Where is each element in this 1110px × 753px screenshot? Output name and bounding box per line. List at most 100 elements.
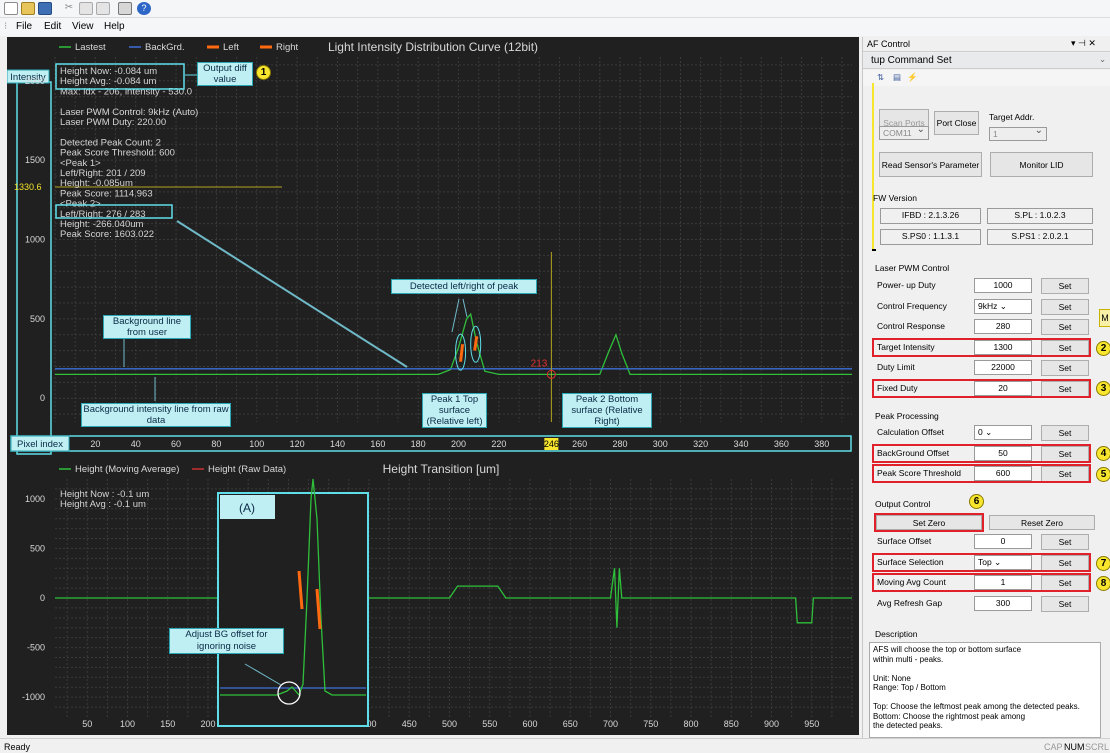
port-close-label: Port Close: [936, 118, 977, 128]
read-sensor-param-button[interactable]: Read Sensor's Parameter: [879, 152, 982, 177]
com-port-select[interactable]: COM11: [879, 124, 929, 140]
x-tick-label: 950: [804, 719, 819, 729]
set-zero-highlight: [874, 513, 984, 532]
menu-file[interactable]: File: [16, 21, 32, 32]
pwm-row-highlight: [872, 337, 1091, 357]
port-close-button[interactable]: Port Close: [934, 111, 979, 135]
paste-icon[interactable]: [96, 2, 110, 15]
description-box: AFS will choose the top or bottom surfac…: [869, 642, 1101, 738]
badge-3: 3: [1096, 381, 1110, 396]
y-marker-label: 1330.6: [14, 182, 42, 192]
y-tick-label: 0: [40, 593, 45, 603]
save-icon[interactable]: [38, 2, 52, 15]
target-addr-label: Target Addr.: [989, 112, 1035, 122]
x-tick-label: 50: [82, 719, 92, 729]
x-tick-label: 100: [120, 719, 135, 729]
description-line: AFS will choose the top or bottom surfac…: [873, 645, 1022, 654]
pwm-row-input[interactable]: 280: [974, 319, 1032, 335]
pwm-row-set-button[interactable]: Set: [1041, 360, 1089, 377]
pwm-row-label: Duty Limit: [877, 362, 915, 373]
description-line: Range: Top / Bottom: [873, 683, 946, 692]
output-row-set-button[interactable]: Set: [1041, 534, 1089, 550]
x-tick-label: 280: [612, 439, 627, 449]
x-tick-label: 160: [370, 439, 385, 449]
description-line: Bottom: Choose the rightmost peak among: [873, 711, 1026, 721]
menu-edit[interactable]: Edit: [44, 21, 61, 32]
help-icon[interactable]: ?: [137, 2, 151, 15]
menu-grip: ⁝: [4, 21, 8, 32]
legend-label: Left: [223, 42, 239, 53]
x-tick-label: 320: [693, 439, 708, 449]
x-axis-label: Pixel index: [17, 439, 63, 450]
x-tick-label: 750: [643, 719, 658, 729]
fw-sps0: S.PS0 : 1.1.3.1: [880, 229, 981, 245]
peak-row-highlight: [872, 443, 1091, 463]
pwm-row-set-button[interactable]: Set: [1041, 278, 1089, 294]
badge-8: 8: [1096, 576, 1110, 591]
new-file-icon[interactable]: [4, 2, 18, 15]
status-cap: CAP: [1044, 742, 1063, 752]
pwm-row-set-button[interactable]: Set: [1041, 319, 1089, 336]
y-tick-label: 500: [30, 314, 45, 324]
x-tick-label: 450: [402, 719, 417, 729]
output-row-set-button[interactable]: Set: [1041, 595, 1089, 612]
x-marker-label: 246: [544, 439, 559, 449]
description-line: Unit: None: [873, 673, 911, 683]
x-tick-label: 300: [653, 439, 668, 449]
description-line: the detected peaks.: [873, 721, 943, 730]
chart-title: Light Intensity Distribution Curve (12bi…: [328, 40, 538, 54]
pwm-row-label: Power- up Duty: [877, 280, 936, 290]
reset-zero-button[interactable]: Reset Zero: [989, 515, 1095, 530]
bg-user-annotation: Background line from user: [103, 315, 191, 339]
pwm-row-highlight: [872, 379, 1091, 398]
output-row-label: Surface Offset: [877, 536, 932, 546]
height-chart-svg: Height Transition [um] Height (Moving Ave…: [22, 462, 853, 729]
y-tick-label: 1000: [25, 494, 45, 504]
y-tick-label: -1000: [22, 692, 45, 702]
info-line: Peak Score: 1603.022: [60, 229, 154, 240]
pwm-row-input[interactable]: 1000: [974, 278, 1032, 293]
pwm-row-select[interactable]: 9kHz ⌄: [974, 298, 1032, 314]
badge-7: 7: [1096, 556, 1110, 571]
fw-version-title: FW Version: [873, 193, 917, 203]
open-folder-icon[interactable]: [21, 2, 35, 15]
output-control-title: Output Control: [875, 499, 931, 509]
panel-menu-icon[interactable]: ▾ ⊣ ✕: [1071, 38, 1096, 49]
target-addr-select[interactable]: 1: [989, 125, 1047, 141]
output-row-input[interactable]: 300: [974, 595, 1032, 611]
monitor-lid-label: Monitor LID: [1019, 159, 1064, 170]
print-icon[interactable]: [118, 2, 132, 15]
x-tick-label: 900: [764, 719, 779, 729]
badge-4: 4: [1096, 446, 1110, 461]
status-bar: Ready CAP NUM SCRL: [0, 738, 1110, 753]
description-title: Description: [875, 629, 918, 639]
highlight-tick: [872, 249, 876, 251]
cut-icon[interactable]: ✂: [62, 2, 76, 15]
x-tick-label: 800: [683, 719, 698, 729]
pages-icon[interactable]: ▤: [893, 72, 901, 83]
chevron-down-icon[interactable]: ⌄: [1099, 54, 1106, 65]
pwm-row-set-button[interactable]: Set: [1041, 298, 1089, 315]
description-line: Top: Choose the leftmost peak among the …: [873, 702, 1080, 711]
monitor-lid-button[interactable]: Monitor LID: [990, 152, 1093, 177]
command-set-bar[interactable]: tup Command Set ⌄: [863, 53, 1110, 69]
menu-help[interactable]: Help: [104, 21, 125, 32]
output-row-input[interactable]: 0: [974, 534, 1032, 549]
menu-view[interactable]: View: [72, 21, 94, 32]
lightning-icon[interactable]: ⚡: [907, 72, 918, 83]
peak-row-label: Calculation Offset: [877, 427, 944, 437]
reset-zero-label: Reset Zero: [1020, 517, 1064, 528]
peak-row-select[interactable]: 0 ⌄: [974, 425, 1032, 440]
peak-row-set-button[interactable]: Set: [1041, 425, 1089, 441]
y-tick-label: 0: [40, 393, 45, 403]
copy-icon[interactable]: [79, 2, 93, 15]
output-row-label: Avg Refresh Gap: [877, 597, 943, 608]
command-set-label: tup Command Set: [871, 55, 952, 66]
x-tick-label: 260: [572, 439, 587, 449]
legend-label: Lastest: [75, 42, 106, 53]
sort-icon[interactable]: ⇅: [877, 72, 884, 83]
bg-raw-annotation: Background intensity line from raw data: [81, 403, 231, 427]
cursor-value: 213: [531, 358, 548, 369]
chart-title: Height Transition [um]: [383, 462, 500, 476]
pwm-row-input[interactable]: 22000: [974, 360, 1032, 376]
